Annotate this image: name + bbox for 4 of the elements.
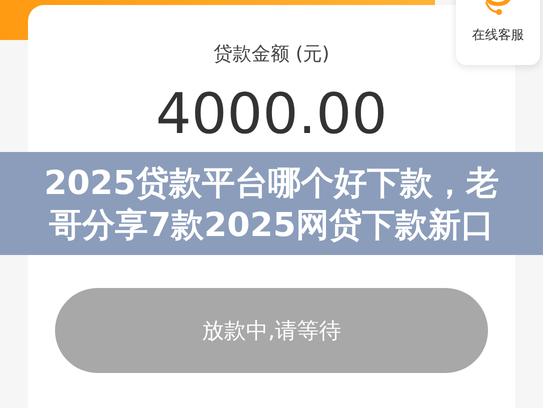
customer-service-widget[interactable]: 在线客服	[456, 0, 540, 65]
loan-amount-label: 贷款金额 (元)	[214, 42, 330, 67]
loan-amount: 4000.00	[156, 87, 388, 143]
banner-title: 2025贷款平台哪个好下款，老哥分享7款2025网贷下款新口	[43, 162, 500, 246]
